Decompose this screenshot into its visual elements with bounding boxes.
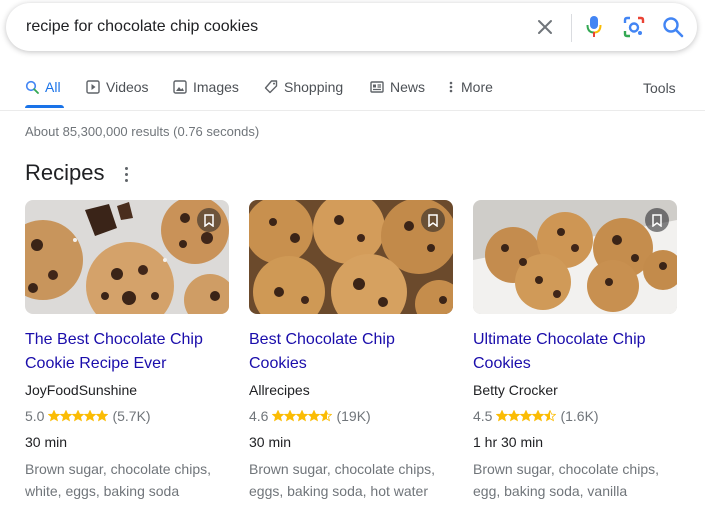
save-recipe-button[interactable]	[197, 208, 221, 232]
recipe-card[interactable]: The Best Chocolate Chip Cookie Recipe Ev…	[25, 200, 229, 499]
more-vert-icon	[449, 81, 453, 93]
tag-icon	[264, 80, 278, 94]
tab-news[interactable]: News	[370, 79, 425, 95]
recipe-ingredients: Brown sugar, chocolate chips, egg, bakin…	[473, 461, 659, 499]
tab-videos[interactable]: Videos	[86, 79, 149, 95]
recipe-image[interactable]	[25, 200, 229, 314]
star-icon	[296, 410, 309, 422]
star-icon	[520, 410, 533, 422]
star-icon	[48, 410, 61, 422]
star-icon	[60, 410, 73, 422]
rating-value: 4.5	[473, 408, 493, 424]
news-icon	[370, 81, 384, 93]
active-tab-indicator	[25, 105, 64, 108]
tab-label: Images	[193, 79, 239, 95]
tools-button[interactable]: Tools	[643, 80, 676, 96]
star-icon	[508, 410, 521, 422]
recipe-source: Betty Crocker	[473, 382, 558, 398]
tab-label: News	[390, 79, 426, 95]
star-icon	[84, 410, 97, 422]
review-count: (5.7K)	[112, 408, 151, 424]
recipe-ingredients: Brown sugar, chocolate chips, eggs, baki…	[249, 461, 435, 499]
star-icon	[272, 410, 285, 422]
recipe-title[interactable]: Ultimate Chocolate Chip Cookies	[473, 328, 677, 376]
star-icon	[308, 410, 321, 422]
save-recipe-button[interactable]	[645, 208, 669, 232]
recipe-image[interactable]	[473, 200, 677, 314]
tab-shopping[interactable]: Shopping	[264, 79, 343, 95]
tab-all[interactable]: All	[25, 79, 61, 95]
recipe-title[interactable]: The Best Chocolate Chip Cookie Recipe Ev…	[25, 328, 229, 376]
search-bar	[6, 3, 697, 51]
recipe-rating: 5.0 (5.7K)	[25, 408, 151, 424]
search-icon	[663, 17, 684, 38]
star-icon	[544, 410, 557, 422]
search-input[interactable]	[26, 17, 506, 37]
tabs-divider	[0, 110, 705, 111]
recipe-rating: 4.6 (19K)	[249, 408, 371, 424]
star-icon	[284, 410, 297, 422]
recipes-more-options-button[interactable]	[118, 164, 134, 184]
bookmark-icon	[428, 213, 438, 227]
image-search-button[interactable]	[622, 15, 646, 39]
rating-stars	[496, 410, 557, 422]
clear-search-button[interactable]	[533, 15, 557, 39]
search-bar-divider	[571, 14, 572, 42]
star-icon	[496, 410, 509, 422]
tab-label: Videos	[106, 79, 149, 95]
tab-more[interactable]: More	[447, 79, 493, 95]
camera-lens-icon	[623, 16, 645, 38]
bookmark-icon	[652, 213, 662, 227]
recipes-heading: Recipes	[25, 160, 105, 185]
video-icon	[86, 80, 100, 94]
recipe-ingredients: Brown sugar, chocolate chips, white, egg…	[25, 461, 211, 499]
voice-search-button[interactable]	[582, 15, 606, 39]
recipe-image[interactable]	[249, 200, 453, 314]
recipe-source: JoyFoodSunshine	[25, 382, 138, 398]
rating-value: 4.6	[249, 408, 269, 424]
star-icon	[320, 410, 333, 422]
review-count: (1.6K)	[560, 408, 599, 424]
search-icon	[25, 80, 39, 94]
save-recipe-button[interactable]	[421, 208, 445, 232]
image-icon	[173, 80, 187, 94]
recipe-source: Allrecipes	[249, 382, 310, 398]
bookmark-icon	[204, 213, 214, 227]
tab-images[interactable]: Images	[173, 79, 239, 95]
tab-label: Shopping	[284, 79, 344, 95]
recipe-time: 1 hr 30 min	[473, 434, 544, 450]
recipe-time: 30 min	[25, 434, 68, 450]
review-count: (19K)	[336, 408, 371, 424]
result-stats: About 85,300,000 results (0.76 seconds)	[25, 124, 260, 139]
recipe-rating: 4.5 (1.6K)	[473, 408, 599, 424]
star-icon	[532, 410, 545, 422]
rating-value: 5.0	[25, 408, 45, 424]
recipe-card[interactable]: Best Chocolate Chip Cookies Allrecipes 4…	[249, 200, 453, 499]
star-icon	[72, 410, 85, 422]
star-icon	[96, 410, 109, 422]
rating-stars	[272, 410, 333, 422]
rating-stars	[48, 410, 109, 422]
tab-label: More	[461, 79, 493, 95]
recipe-title[interactable]: Best Chocolate Chip Cookies	[249, 328, 453, 376]
search-button[interactable]	[661, 15, 685, 39]
tab-label: All	[45, 79, 61, 95]
recipe-time: 30 min	[249, 434, 292, 450]
microphone-icon	[586, 16, 602, 37]
close-icon	[538, 20, 552, 34]
search-tabs: All Videos Images Shopping News More	[0, 68, 705, 108]
recipe-card[interactable]: Ultimate Chocolate Chip Cookies Betty Cr…	[473, 200, 677, 499]
